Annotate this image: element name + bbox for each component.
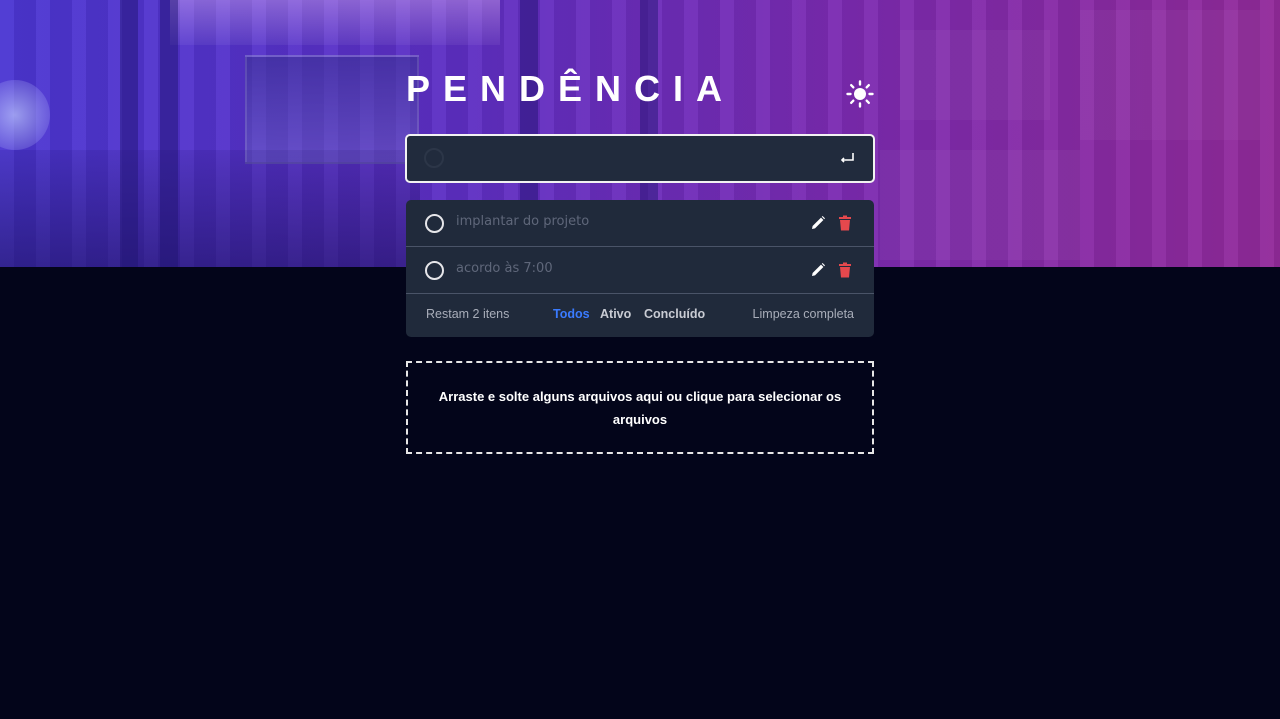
trash-icon: [839, 262, 851, 278]
edit-todo-button[interactable]: [810, 215, 826, 231]
submit-todo-button[interactable]: [839, 149, 857, 167]
pencil-icon: [812, 263, 825, 276]
hero-floor: [0, 150, 420, 267]
file-dropzone[interactable]: Arraste e solte alguns arquivos aqui ou …: [406, 361, 874, 454]
new-todo-input[interactable]: [455, 146, 819, 173]
todo-item: implantar do projeto: [406, 200, 874, 247]
hero-pillar: [160, 0, 178, 267]
todo-list: implantar do projeto acordo às 7:00 Rest…: [406, 200, 874, 337]
hero-ceiling-light: [170, 0, 500, 45]
sun-icon: [846, 80, 874, 108]
hero-corridor: [245, 55, 419, 164]
filter-completed-tab[interactable]: Concluído: [644, 307, 705, 321]
filter-all-tab[interactable]: Todos: [553, 307, 590, 321]
hero-window: [1080, 10, 1260, 140]
todo-complete-toggle[interactable]: [425, 261, 444, 280]
hero-window: [900, 30, 1050, 120]
todo-complete-toggle[interactable]: [425, 214, 444, 233]
delete-todo-button[interactable]: [838, 215, 852, 231]
dropzone-text: Arraste e solte alguns arquivos aqui ou …: [438, 388, 842, 427]
delete-todo-button[interactable]: [838, 262, 852, 278]
filter-active-tab[interactable]: Ativo: [600, 307, 631, 321]
app-title: PENDÊNCIA: [406, 68, 736, 109]
todo-footer: Restam 2 itens Todos Ativo Concluído Lim…: [406, 294, 874, 337]
edit-todo-button[interactable]: [810, 262, 826, 278]
trash-icon: [839, 215, 851, 231]
hero-window: [880, 150, 1080, 260]
todo-text: implantar do projeto: [456, 214, 590, 229]
enter-icon: [840, 153, 854, 163]
new-todo-circle: [424, 148, 444, 168]
todo-item: acordo às 7:00: [406, 247, 874, 294]
hero-pillar: [120, 0, 138, 267]
theme-toggle-button[interactable]: [846, 80, 874, 108]
clear-completed-button[interactable]: Limpeza completa: [753, 307, 854, 321]
todo-text: acordo às 7:00: [456, 261, 553, 276]
items-left-count: Restam 2 itens: [426, 307, 510, 321]
new-todo-form: [405, 134, 875, 183]
pencil-icon: [812, 216, 825, 229]
